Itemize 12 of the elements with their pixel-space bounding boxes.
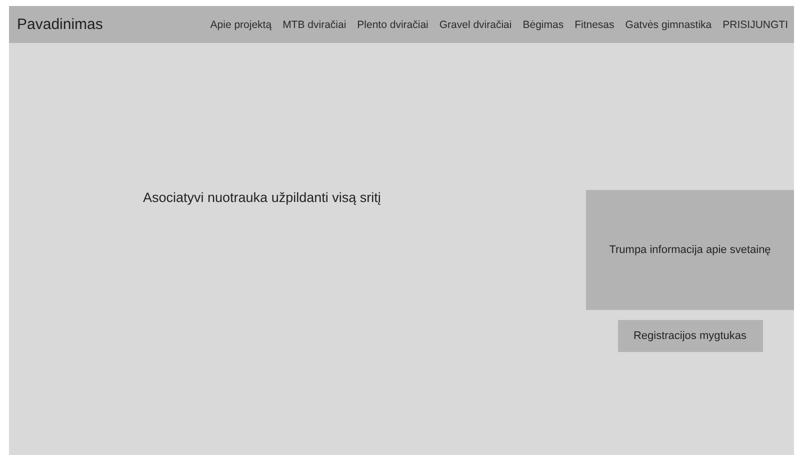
nav-link[interactable]: Fitnesas xyxy=(574,18,614,30)
hero-text: Asociatyvi nuotrauka užpildanti visą sritį xyxy=(143,190,381,205)
nav-link[interactable]: Gatvės gimnastika xyxy=(625,18,712,30)
nav-link[interactable]: Apie projektą xyxy=(210,18,272,30)
nav-link[interactable]: Plento dviračiai xyxy=(357,18,428,30)
register-button[interactable]: Registracijos mygtukas xyxy=(618,320,762,352)
site-title: Pavadinimas xyxy=(17,16,103,33)
info-panel: Trumpa informacija apie svetainę xyxy=(586,190,794,310)
nav-link[interactable]: MTB dviračiai xyxy=(282,18,346,30)
nav-link[interactable]: Bėgimas xyxy=(522,18,564,30)
nav-link[interactable]: Gravel dviračiai xyxy=(439,18,512,30)
nav-link[interactable]: PRISIJUNGTI xyxy=(722,18,788,30)
